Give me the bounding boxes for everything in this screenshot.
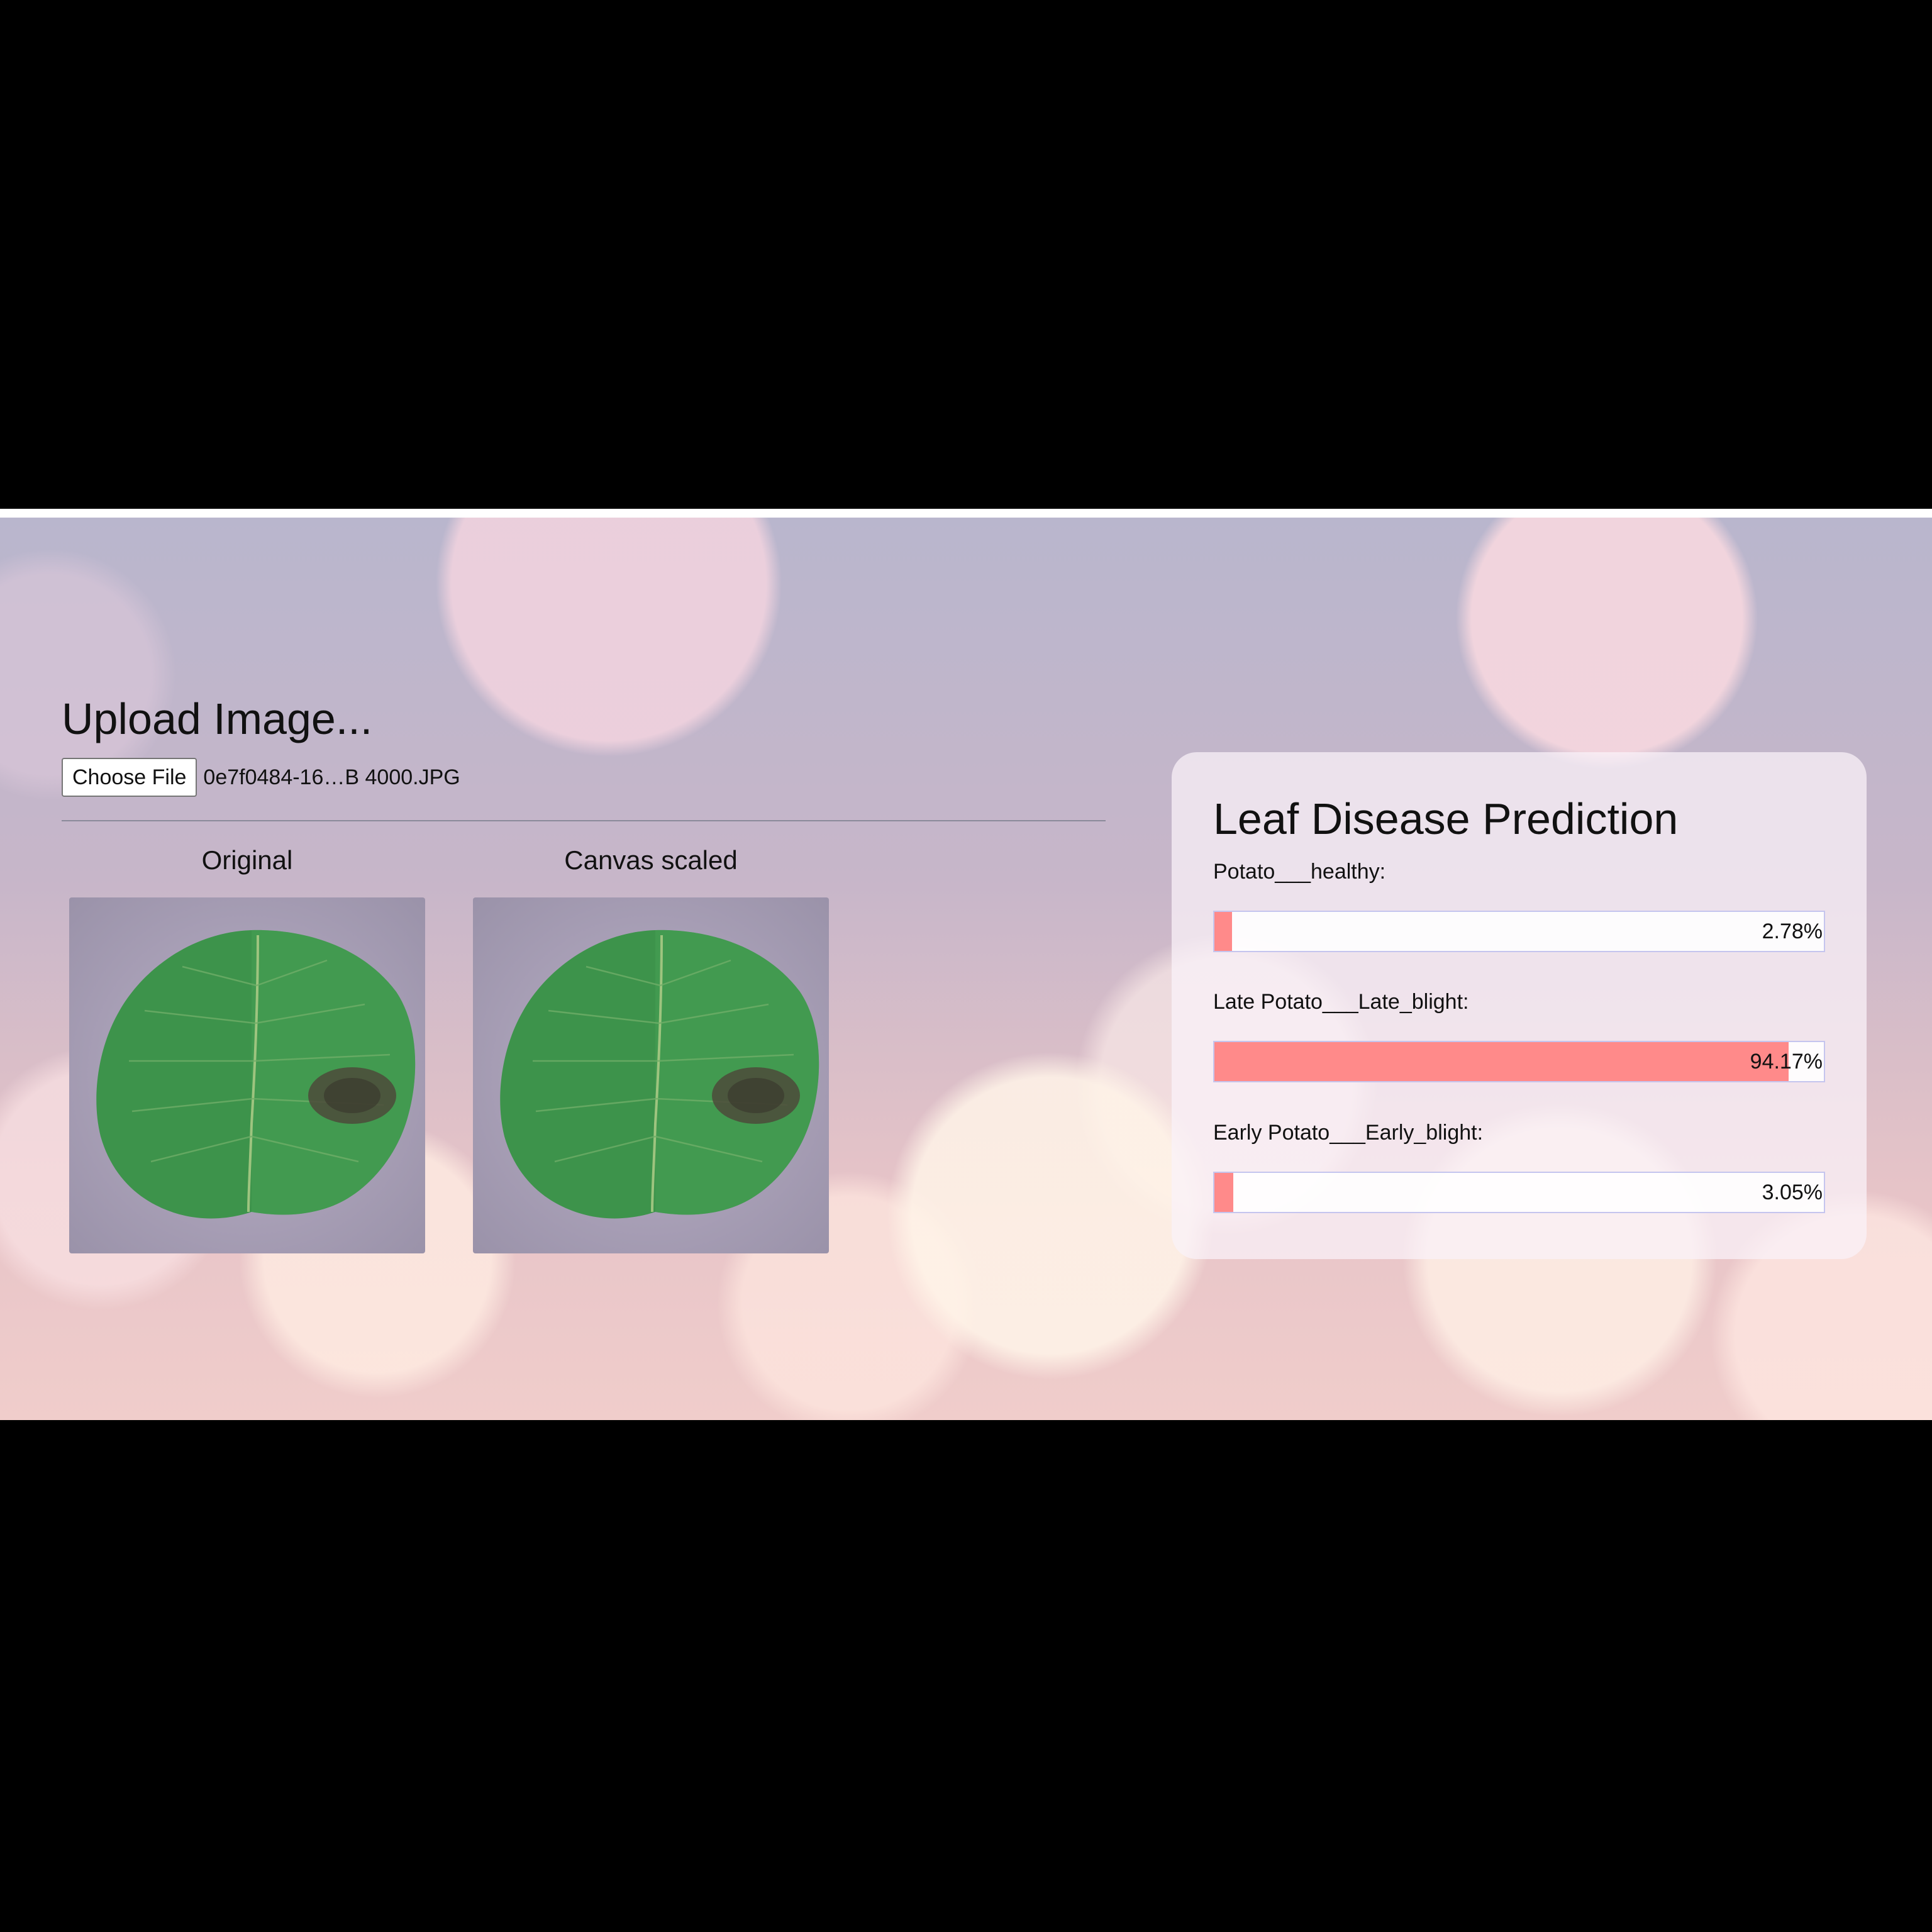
selected-file-name: 0e7f0484-16…B 4000.JPG <box>203 765 460 789</box>
prediction-item-late-blight: Late Potato___Late_blight: 94.17% <box>1213 989 1825 1082</box>
prediction-item-healthy: Potato___healthy: 2.78% <box>1213 859 1825 952</box>
prediction-item-early-blight: Early Potato___Early_blight: 3.05% <box>1213 1120 1825 1213</box>
upload-title: Upload Image... <box>62 694 373 743</box>
prediction-label: Potato___healthy: <box>1213 860 1386 884</box>
section-divider <box>62 820 1106 821</box>
prediction-percent: 3.05% <box>1762 1180 1823 1204</box>
prediction-bar: 2.78% <box>1213 911 1825 952</box>
prediction-bar-fill <box>1214 1173 1233 1212</box>
scaled-caption: Canvas scaled <box>564 845 738 875</box>
original-leaf-image <box>69 897 425 1253</box>
choose-file-button[interactable]: Choose File <box>62 758 197 797</box>
prediction-bar: 3.05% <box>1213 1172 1825 1213</box>
prediction-bar-fill <box>1214 912 1232 951</box>
prediction-panel: Leaf Disease Prediction Potato___healthy… <box>1172 752 1867 1259</box>
prediction-label: Early Potato___Early_blight: <box>1213 1121 1484 1145</box>
prediction-bar-fill <box>1214 1042 1789 1081</box>
file-input[interactable]: Choose File 0e7f0484-16…B 4000.JPG <box>62 758 460 797</box>
prediction-title: Leaf Disease Prediction <box>1213 794 1679 843</box>
original-caption: Original <box>201 845 293 875</box>
original-image-column: Original <box>69 845 425 1253</box>
top-divider-line <box>0 509 1932 518</box>
scaled-leaf-canvas <box>473 897 829 1253</box>
scaled-image-column: Canvas scaled <box>473 845 829 1253</box>
prediction-bar: 94.17% <box>1213 1041 1825 1082</box>
prediction-percent: 94.17% <box>1750 1050 1823 1074</box>
prediction-label: Late Potato___Late_blight: <box>1213 990 1469 1014</box>
prediction-percent: 2.78% <box>1762 919 1823 943</box>
app-area: Upload Image... Choose File 0e7f0484-16…… <box>0 518 1932 1420</box>
